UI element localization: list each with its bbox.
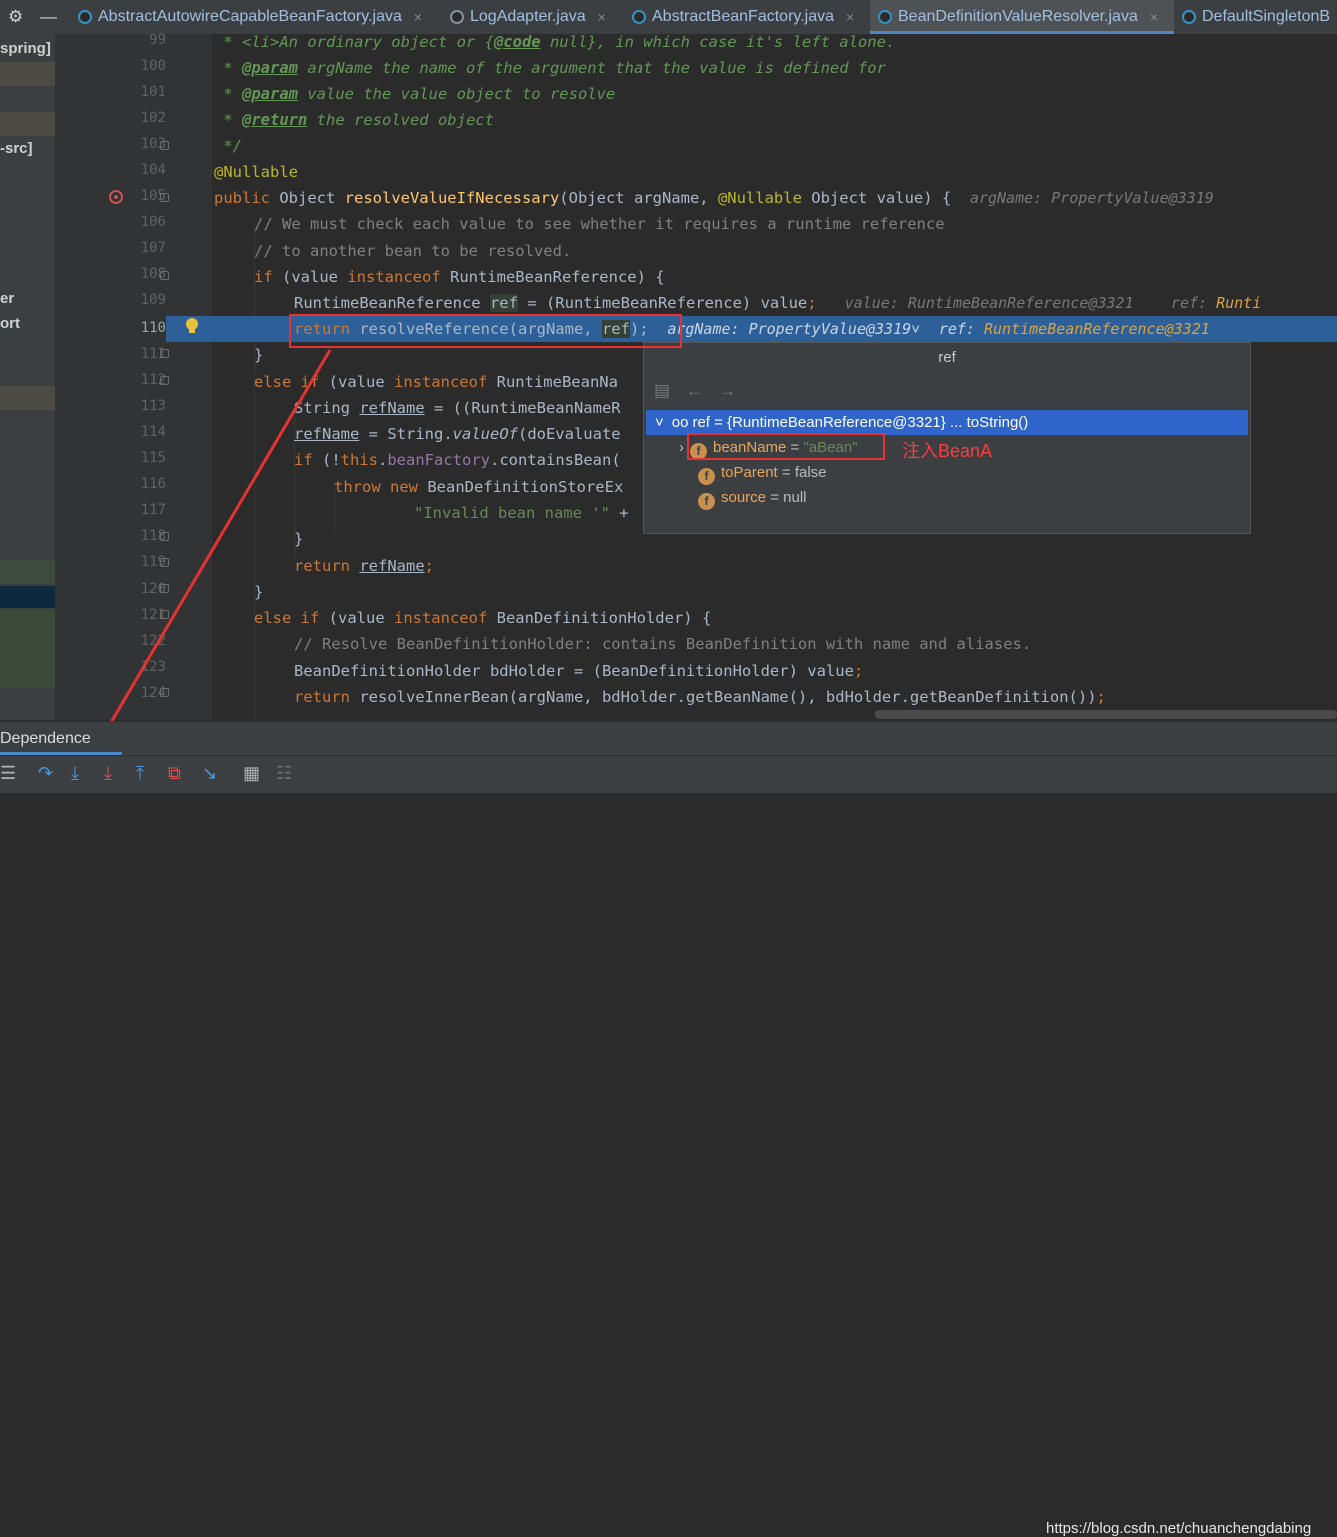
force-step-into-icon[interactable]: ⤓ [104,763,112,784]
annotation-arrow [93,349,332,752]
watermark-text: https://blog.csdn.net/chuanchengdabing [1046,1520,1312,1537]
debug-toolbar: ☰ ↷ ⤓ ⤓ ⤒ ⧉ ↘ ▦ ☷ https://blog.csdn.net/… [0,755,1337,1537]
step-out-icon[interactable]: ⤒ [136,763,144,784]
debug-tab-dependence[interactable]: Dependence [0,730,91,748]
run-to-cursor-icon[interactable]: ↘ [202,763,217,784]
editor-horizontal-scrollbar[interactable] [875,710,1337,719]
step-into-icon[interactable]: ⤓ [71,763,79,784]
evaluate-expression-icon[interactable]: ▦ [243,763,260,784]
debug-tool-window-tabs: Dependence [0,721,1337,755]
step-over-icon[interactable]: ↷ [38,763,53,784]
drop-frame-icon[interactable]: ⧉ [168,763,181,784]
menu-icon[interactable]: ☰ [0,763,16,784]
trace-stream-icon[interactable]: ☷ [276,763,292,784]
